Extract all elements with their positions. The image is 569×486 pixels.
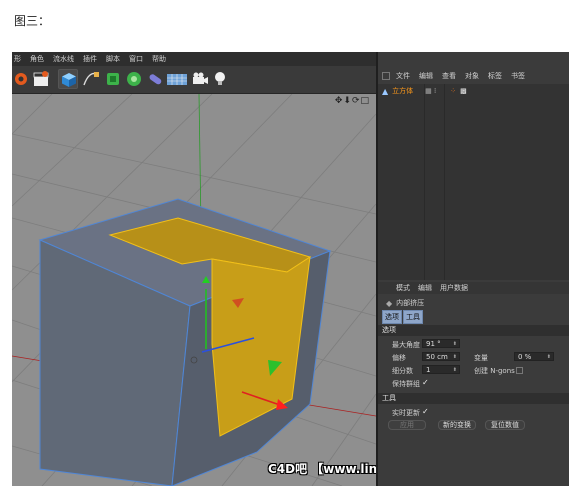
variance-label: 变量: [474, 354, 488, 362]
realtime-update-checkbox[interactable]: ✓: [422, 408, 429, 416]
spinner-icon[interactable]: ⬍: [453, 353, 457, 361]
offset-value: 50 cm: [426, 353, 448, 361]
max-angle-label: 最大角度: [392, 341, 420, 349]
viewport-scene: [12, 94, 376, 486]
om-menu-objects[interactable]: 对象: [465, 71, 479, 81]
right-panel: 文件 编辑 查看 对象 标签 书签 ▲ 立方体 ▦ ⁞ ⁘ ▩ 模式 编辑 用户…: [376, 52, 569, 486]
ngons-checkbox[interactable]: [516, 367, 523, 374]
preserve-groups-label: 保持群组: [392, 380, 420, 388]
object-list: ▲ 立方体 ▦ ⁞ ⁘ ▩: [378, 84, 569, 280]
offset-label: 偏移: [392, 354, 406, 362]
generator-icon[interactable]: [103, 69, 123, 89]
realtime-update-label: 实时更新: [392, 409, 420, 417]
capsule-icon[interactable]: [145, 69, 165, 89]
object-row-cube[interactable]: ▲ 立方体 ▦ ⁞ ⁘ ▩: [382, 86, 467, 96]
variance-field[interactable]: 0 % ⬍: [514, 352, 554, 361]
menu-item-pipeline[interactable]: 流水线: [53, 54, 74, 64]
subdivision-field[interactable]: 1 ⬍: [422, 365, 460, 374]
am-menu-mode[interactable]: 模式: [396, 283, 410, 293]
object-manager-menu: 文件 编辑 查看 对象 标签 书签: [378, 70, 569, 82]
new-transform-button[interactable]: 新的变换: [438, 420, 476, 430]
reset-values-button[interactable]: 复位数值: [485, 420, 525, 430]
am-menu-userdata[interactable]: 用户数据: [440, 283, 468, 293]
menu-item-window[interactable]: 窗口: [129, 54, 143, 64]
deformer-icon[interactable]: [124, 69, 144, 89]
spinner-icon[interactable]: ⬍: [453, 366, 457, 374]
om-menu-tags[interactable]: 标签: [488, 71, 502, 81]
spinner-icon[interactable]: ⬍: [547, 353, 551, 361]
render-settings-icon[interactable]: [13, 69, 33, 89]
phong-tag-icon[interactable]: ⁘: [450, 87, 456, 95]
cinema4d-window: 形 角色 流水线 插件 脚本 窗口 帮助 ✥⬇⟳□ C4D吧 文件 编辑 查看 …: [12, 52, 569, 486]
menu-item-script[interactable]: 脚本: [106, 54, 120, 64]
variance-value: 0 %: [518, 353, 532, 361]
menu-item-shape[interactable]: 形: [14, 54, 21, 64]
caption: 图三：: [14, 14, 51, 28]
cube-primitive-icon[interactable]: [58, 69, 78, 89]
om-menu-bookmarks[interactable]: 书签: [511, 71, 525, 81]
tool-tabs: 选项 工具: [382, 310, 423, 324]
spline-pen-icon[interactable]: [81, 69, 101, 89]
camera-icon[interactable]: [190, 69, 210, 89]
clapper-icon[interactable]: [31, 69, 51, 89]
floor-grid-icon[interactable]: [165, 69, 189, 89]
attribute-manager-menu: 模式 编辑 用户数据: [378, 282, 569, 294]
tab-tool[interactable]: 工具: [403, 310, 423, 324]
tool-title-label: 内部挤压: [396, 299, 425, 307]
cube-object-icon: ▲: [382, 86, 389, 96]
main-menu-bar: 形 角色 流水线 插件 脚本 窗口 帮助: [12, 52, 376, 66]
offset-field[interactable]: 50 cm ⬍: [422, 352, 460, 361]
menu-item-help[interactable]: 帮助: [152, 54, 166, 64]
om-menu-edit[interactable]: 编辑: [419, 71, 433, 81]
max-angle-field[interactable]: 91 ° ⬍: [422, 339, 460, 348]
menu-item-character[interactable]: 角色: [30, 54, 44, 64]
ngons-label: 创建 N-gons: [474, 367, 515, 375]
preserve-groups-checkbox[interactable]: ✓: [422, 379, 429, 387]
perspective-viewport[interactable]: ✥⬇⟳□: [12, 94, 376, 486]
tool-section-header: 工具: [378, 393, 569, 404]
options-section-header: 选项: [378, 325, 569, 336]
material-tag-icon[interactable]: ▩: [460, 87, 467, 95]
column-divider: [444, 84, 445, 280]
spinner-icon[interactable]: ⬍: [453, 340, 457, 348]
menu-item-plugins[interactable]: 插件: [83, 54, 97, 64]
subdivision-label: 细分数: [392, 367, 413, 375]
am-menu-edit[interactable]: 编辑: [418, 283, 432, 293]
tab-options[interactable]: 选项: [382, 310, 402, 324]
max-angle-value: 91 °: [426, 340, 441, 348]
main-toolbar: [12, 66, 376, 94]
apply-button[interactable]: 应用: [388, 420, 426, 430]
object-name[interactable]: 立方体: [392, 86, 413, 96]
viewport-nav-icons[interactable]: ✥⬇⟳□: [335, 96, 370, 106]
om-menu-file[interactable]: 文件: [396, 71, 410, 81]
subdivision-value: 1: [426, 366, 431, 374]
light-bulb-icon[interactable]: [210, 69, 230, 89]
tool-title: ◆ 内部挤压: [386, 298, 424, 308]
om-menu-view[interactable]: 查看: [442, 71, 456, 81]
column-divider: [424, 84, 425, 280]
visibility-toggle-icon[interactable]: ▦ ⁞: [425, 87, 436, 95]
inner-extrude-icon: ◆: [386, 298, 393, 308]
